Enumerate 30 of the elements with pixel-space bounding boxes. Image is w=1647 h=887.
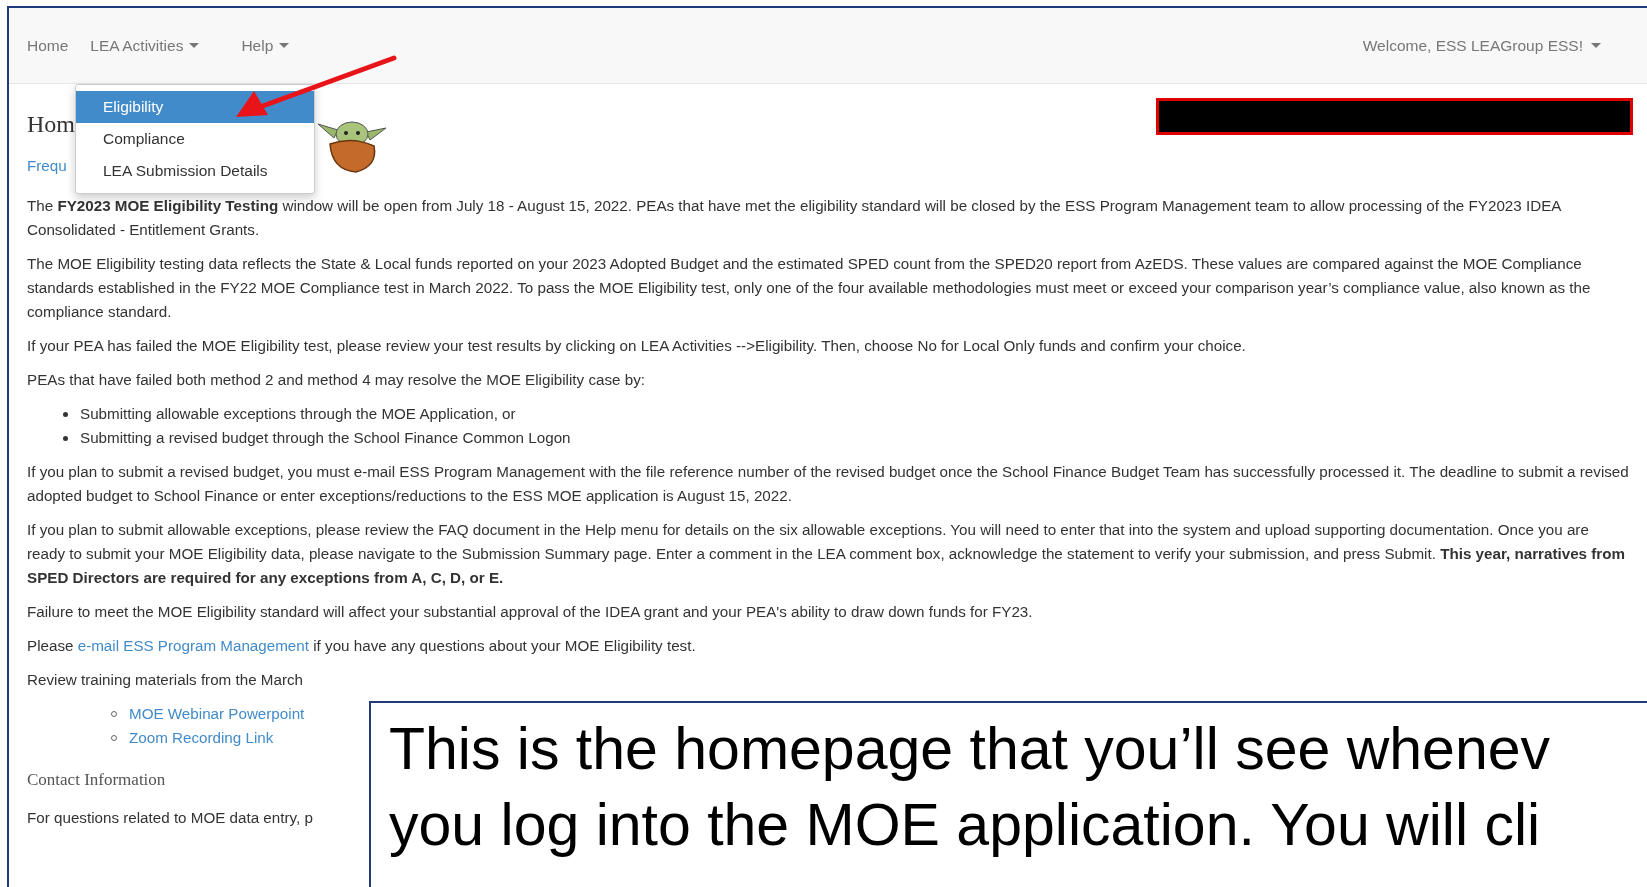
nav-link[interactable]: Help (241, 36, 290, 55)
menu-item[interactable]: LEA Submission Details (76, 155, 314, 187)
link[interactable]: Zoom Recording Link (129, 726, 274, 750)
paragraph: The MOE Eligibility testing data reflects the State & Local funds reported on your 2023 Adopted Budget and the estimated SPED count from the SPED20 report from AzEDS. These values are compared against the MOE Compliance standards established in the FY22 MOE Compliance test in March 2022. To pass the MOE Eligibility test, only one of the four available methodologies must meet or exceed your comparison year’s compliance value, also known as the compliance standard. (27, 254, 1592, 322)
list-item: Submitting a revised budget through the School Finance Common Logon (80, 428, 571, 448)
callout-text: This is the homepage that you’ll see whenev (389, 715, 1550, 784)
callout-text: you log into the MOE application. You will cli (389, 791, 1541, 860)
faq-link[interactable]: Frequ (27, 154, 67, 186)
paragraph: Review training materials from the March (27, 670, 303, 690)
caret-icon (1591, 43, 1601, 48)
bullet-icon (63, 411, 68, 417)
nav-link[interactable]: LEA Activities (90, 36, 200, 55)
paragraph: If your PEA has failed the MOE Eligibility test, please review your test results by clicking on LEA Activities -->Eligibility. Then, choose No for Local Only funds and confirm your choice. (27, 336, 1246, 356)
paragraph: Failure to meet the MOE Eligibility standard will affect your substantial approval of the IDEA grant and your PEA's ability to draw down funds for FY23. (27, 602, 1033, 622)
link[interactable]: MOE Webinar Powerpoint (129, 702, 305, 726)
section-heading: Contact Information (27, 769, 166, 791)
paragraph: If you plan to submit a revised budget, you must e-mail ESS Program Management with the file reference number of the revised budget once the School Finance Budget Team has successfully processed it. The deadline to submit a revised adopted budget to School Finance or enter exceptions/reductions to the ESS MOE application is August 15, 2022. (27, 462, 1629, 506)
menu-item[interactable]: Compliance (76, 123, 314, 155)
paragraph: If you plan to submit allowable exceptions, please review the FAQ document in the Help menu for details on the six allowable exceptions. You will need to enter that into the system and upload supporting documentation. Once you are ready to submit your MOE Eligibility data, please navigate to the Submission Summary page. Enter a comment in the LEA comment box, acknowledge the statement to verify your submission, and press Submit. This year, narratives from SPED Directors are required for any exceptions from A, C, D, or E. (27, 520, 1626, 588)
paragraph: PEAs that have failed both method 2 and method 4 may resolve the MOE Eligibility case by: (27, 370, 645, 390)
email-link[interactable]: e-mail ESS Program Management (77, 637, 309, 654)
list-item: Submitting allowable exceptions through the MOE Application, or (80, 404, 516, 424)
user-menu[interactable]: Welcome, ESS LEAGroup ESS! (1362, 36, 1601, 55)
nav-link[interactable]: Home (27, 36, 69, 55)
menu-item[interactable]: Eligibility (76, 91, 314, 123)
paragraph: For questions related to MOE data entry, p (27, 808, 313, 828)
page-heading: Hom (27, 112, 75, 136)
paragraph: Please e-mail ESS Program Management if you have any questions about your MOE Eligibility test. (27, 636, 696, 656)
paragraph: The FY2023 MOE Eligibility Testing window will be open from July 18 - August 15, 2022. PEAs that have met the eligibility standard will be closed by the ESS Program Management team to allow processing of the FY2023 IDEA Consolidated - Entitlement Grants. (27, 196, 1562, 240)
bullet-icon (63, 435, 68, 441)
